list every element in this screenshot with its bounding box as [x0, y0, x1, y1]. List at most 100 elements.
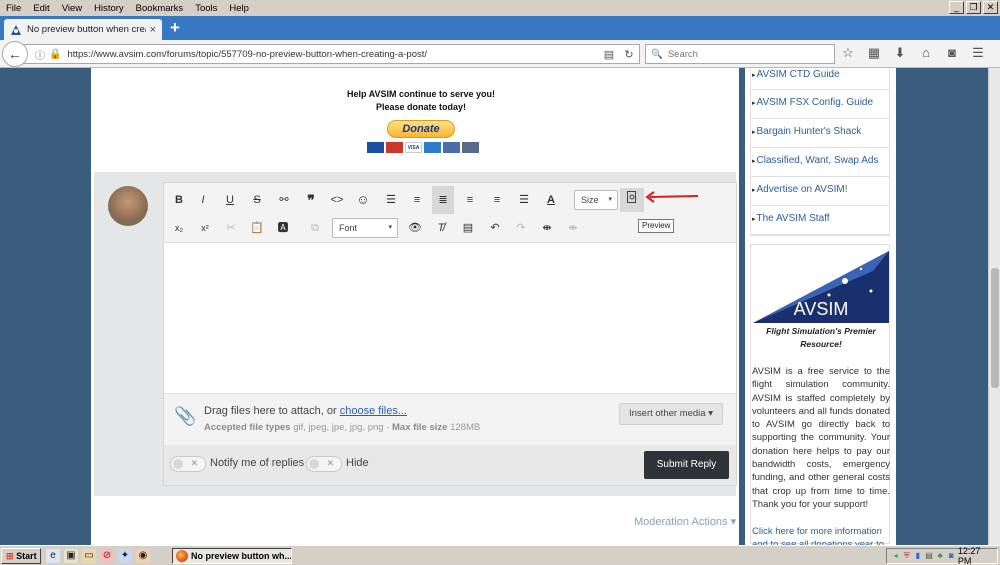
url-bar[interactable]: ⓘ 🔒 https://www.avsim.com/forums/topic/5…: [22, 44, 640, 64]
tray-icon-6[interactable]: ◙: [947, 551, 956, 561]
more-info-link[interactable]: Click here for more information and to s…: [752, 525, 890, 545]
hide-toggle[interactable]: ✕: [306, 456, 342, 472]
eye-icon[interactable]: 👁: [404, 216, 426, 240]
menu-file[interactable]: File: [0, 3, 27, 14]
justify-icon[interactable]: ☰: [513, 188, 535, 212]
back-button[interactable]: ←: [2, 41, 28, 67]
choose-files-link[interactable]: choose files...: [340, 405, 407, 417]
attachment-area[interactable]: 📎 Drag files here to attach, or choose f…: [164, 393, 736, 445]
align-left-icon[interactable]: ≣: [432, 186, 454, 214]
cut-icon[interactable]: ✂: [220, 216, 242, 240]
menu-bookmarks[interactable]: Bookmarks: [130, 3, 190, 14]
browser-tab[interactable]: No preview button when crea... ×: [4, 19, 162, 40]
numbered-list-icon[interactable]: ≡: [406, 188, 428, 212]
italic-button[interactable]: I: [192, 188, 214, 212]
subscript-icon[interactable]: x₂: [168, 216, 190, 240]
app-icon[interactable]: ✦: [118, 549, 132, 563]
notify-toggle[interactable]: ✕: [170, 456, 206, 472]
menu-history[interactable]: History: [88, 3, 130, 14]
redo-icon[interactable]: ↷: [510, 216, 532, 240]
unspoiler-icon[interactable]: ⇼: [562, 216, 584, 240]
sidebar-item-classified[interactable]: ▸Classified, Want, Swap Ads: [751, 148, 889, 177]
stop-icon[interactable]: ⊘: [100, 549, 114, 563]
explorer-icon[interactable]: ▣: [64, 549, 78, 563]
bulleted-list-icon[interactable]: ☰: [380, 188, 402, 212]
undo-icon[interactable]: ↶: [484, 216, 506, 240]
clock: 12:27 PM: [957, 546, 981, 565]
new-tab-button[interactable]: +: [170, 19, 180, 37]
taskbar-firefox-window[interactable]: No preview button wh...: [172, 548, 292, 564]
menu-tools[interactable]: Tools: [189, 3, 223, 14]
menu-hamburger-icon[interactable]: ☰: [970, 45, 986, 61]
align-center-icon[interactable]: ≡: [459, 188, 481, 212]
shield-icon[interactable]: ⛨: [902, 551, 911, 561]
reload-icon[interactable]: ↻: [619, 48, 639, 61]
sidebar-item-ctd-guide[interactable]: ▸AVSIM CTD Guide: [751, 68, 889, 90]
tray-icon-5[interactable]: ♣: [936, 551, 945, 561]
size-select[interactable]: Size ▾: [574, 190, 618, 210]
firefox-icon[interactable]: ◉: [136, 549, 150, 563]
url-text[interactable]: https://www.avsim.com/forums/topic/55770…: [67, 49, 599, 60]
sidebar-item-fsx-config[interactable]: ▸AVSIM FSX Config. Guide: [751, 90, 889, 119]
reader-view-icon[interactable]: ▤: [599, 48, 619, 61]
font-select[interactable]: Font ▾: [332, 218, 398, 238]
emoji-icon[interactable]: ☺: [352, 188, 374, 212]
menu-bar: File Edit View History Bookmarks Tools H…: [0, 0, 1000, 16]
tab-title: No preview button when crea...: [27, 24, 146, 35]
bookmarks-library-icon[interactable]: ▦: [866, 45, 882, 61]
page-break-icon[interactable]: ▤: [457, 216, 479, 240]
paperclip-icon: 📎: [174, 406, 197, 426]
pocket-icon[interactable]: ◙: [944, 45, 960, 61]
tray-icon-1[interactable]: ◂: [891, 551, 900, 561]
notify-label: Notify me of replies: [210, 457, 305, 469]
printer-icon[interactable]: ▤: [924, 551, 933, 561]
close-window-button[interactable]: ✕: [983, 1, 998, 14]
moderation-actions-link[interactable]: Moderation Actions ▾: [634, 515, 736, 528]
vertical-scrollbar[interactable]: [988, 68, 1000, 545]
max-size-label: Max file size: [392, 422, 448, 433]
spoiler-icon[interactable]: ⇼: [536, 216, 558, 240]
paste-icon[interactable]: 📋: [246, 216, 268, 240]
menu-edit[interactable]: Edit: [27, 3, 55, 14]
insert-other-media-button[interactable]: Insert other media ▾: [619, 403, 723, 425]
sidebar-item-bargain-hunter[interactable]: ▸Bargain Hunter's Shack: [751, 119, 889, 148]
sidebar-item-staff[interactable]: ▸The AVSIM Staff: [751, 206, 889, 235]
align-right-icon[interactable]: ≡: [486, 188, 508, 212]
scrollbar-thumb[interactable]: [991, 268, 999, 388]
superscript-icon[interactable]: x²: [194, 216, 216, 240]
menu-help[interactable]: Help: [223, 3, 255, 14]
text-color-icon[interactable]: A: [540, 188, 562, 212]
triangle-right-icon: ▸: [752, 100, 756, 107]
tab-close-icon[interactable]: ×: [150, 24, 156, 36]
sidebar-item-advertise[interactable]: ▸Advertise on AVSIM!: [751, 177, 889, 206]
post-body-input[interactable]: [164, 243, 736, 393]
quote-icon[interactable]: ❞: [300, 188, 322, 212]
menu-view[interactable]: View: [56, 3, 88, 14]
home-icon[interactable]: ⌂: [918, 45, 934, 61]
donate-button[interactable]: Donate: [387, 120, 455, 138]
network-icon[interactable]: ▮: [913, 551, 922, 561]
remove-format-icon[interactable]: T̸: [430, 216, 452, 240]
sidebar-link-label: Advertise on AVSIM!: [756, 184, 848, 195]
download-icon[interactable]: ⬇: [892, 45, 908, 61]
underline-button[interactable]: U: [219, 188, 241, 212]
max-size-value: 128MB: [447, 422, 481, 433]
code-icon[interactable]: <>: [326, 188, 348, 212]
copy-format-icon[interactable]: ⧉: [304, 216, 326, 240]
ie-icon[interactable]: e: [46, 549, 60, 563]
folder-icon[interactable]: ▭: [82, 549, 96, 563]
start-button[interactable]: ⊞ Start: [1, 548, 41, 564]
bookmark-star-icon[interactable]: ☆: [840, 45, 856, 61]
preview-button[interactable]: [620, 188, 644, 212]
triangle-right-icon: ▸: [752, 187, 756, 194]
background-color-icon[interactable]: 🅰: [272, 216, 294, 240]
bold-button[interactable]: B: [168, 188, 190, 212]
info-icon[interactable]: ⓘ: [35, 47, 45, 62]
submit-reply-button[interactable]: Submit Reply: [644, 451, 729, 479]
link-icon[interactable]: ⚯: [273, 188, 295, 212]
file-types-info: Accepted file types gif, jpeg, jpe, jpg,…: [204, 422, 480, 433]
minimize-button[interactable]: _: [949, 1, 964, 14]
strikethrough-button[interactable]: S: [246, 188, 268, 212]
search-box[interactable]: 🔍 Search: [645, 44, 835, 64]
restore-button[interactable]: ❐: [966, 1, 981, 14]
